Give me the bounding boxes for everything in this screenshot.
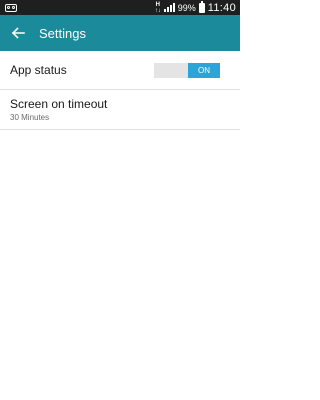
clock: 11:40: [207, 1, 236, 14]
app-status-toggle[interactable]: ON: [154, 62, 220, 78]
toggle-on-label: ON: [188, 62, 220, 78]
app-status-row: App status ON: [0, 51, 240, 90]
screen: H ↑↓ 99% 11:40 Settings App status ON Sc…: [0, 0, 240, 400]
screen-timeout-row[interactable]: Screen on timeout 30 Minutes: [0, 90, 240, 130]
battery-icon: [198, 0, 205, 13]
app-status-label: App status: [10, 63, 67, 77]
page-title: Settings: [39, 25, 86, 41]
voicemail-icon: [5, 3, 17, 12]
network-type-icon: H ↑↓: [155, 2, 161, 14]
battery-percent: 99%: [177, 2, 196, 13]
status-right: H ↑↓ 99% 11:40: [155, 0, 236, 14]
app-bar: Settings: [0, 15, 240, 51]
status-bar: H ↑↓ 99% 11:40: [0, 0, 240, 15]
screen-timeout-label: Screen on timeout: [10, 97, 108, 111]
network-type-bottom: ↑↓: [154, 7, 161, 14]
signal-icon: [163, 3, 175, 12]
arrow-left-icon: [11, 27, 25, 39]
back-button[interactable]: [9, 24, 27, 42]
status-left: [5, 3, 17, 12]
screen-timeout-value: 30 Minutes: [10, 113, 50, 122]
